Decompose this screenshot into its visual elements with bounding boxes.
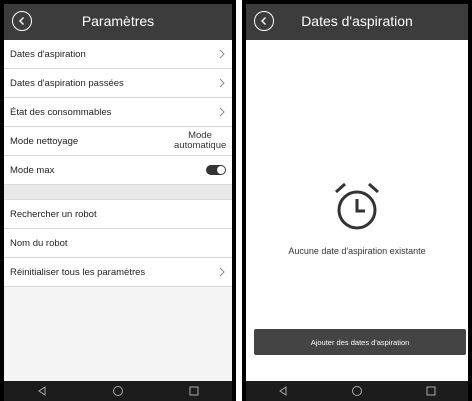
settings-list: Dates d'aspiration Dates d'aspiration pa… (4, 40, 232, 381)
triangle-back-icon[interactable] (277, 385, 289, 397)
add-dates-button[interactable]: Ajouter des dates d'aspiration (254, 329, 466, 355)
row-mode-nettoyage[interactable]: Mode nettoyage Mode automatique (4, 127, 232, 156)
empty-message: Aucune date d'aspiration existante (288, 246, 426, 256)
triangle-back-icon[interactable] (36, 385, 48, 397)
row-rechercher-robot[interactable]: Rechercher un robot (4, 200, 232, 229)
circle-home-icon[interactable] (112, 385, 124, 397)
row-label: Dates d'aspiration (10, 48, 86, 60)
page-title: Dates d'aspiration (301, 13, 413, 29)
row-label: État des consommables (10, 106, 112, 118)
alarm-clock-icon (335, 182, 379, 230)
row-label: Mode max (10, 164, 55, 176)
row-label: Nom du robot (10, 237, 68, 249)
chevron-right-icon (219, 267, 225, 277)
phone-right: Dates d'aspiration Aucune date d'aspirat… (242, 0, 472, 401)
section-divider (4, 185, 232, 200)
phone-left: Paramètres Dates d'aspiration Dates d'as… (0, 0, 236, 401)
square-recent-icon[interactable] (425, 385, 437, 397)
row-reinitialiser[interactable]: Réinitialiser tous les paramètres (4, 258, 232, 287)
app-bar: Dates d'aspiration (246, 4, 468, 40)
row-dates-passees[interactable]: Dates d'aspiration passées (4, 69, 232, 98)
row-nom-robot[interactable]: Nom du robot (4, 229, 232, 258)
android-nav-bar (246, 381, 468, 401)
chevron-right-icon (219, 107, 225, 117)
row-label: Dates d'aspiration passées (10, 77, 124, 89)
page-title: Paramètres (81, 13, 155, 29)
row-label: Rechercher un robot (10, 208, 97, 220)
square-recent-icon[interactable] (188, 385, 200, 397)
schedule-content: Aucune date d'aspiration existante Ajout… (246, 40, 468, 381)
row-label: Réinitialiser tous les paramètres (10, 266, 146, 278)
chevron-right-icon (219, 49, 225, 59)
android-nav-bar (4, 381, 232, 401)
app-bar: Paramètres (4, 4, 232, 40)
row-label: Mode nettoyage (10, 135, 79, 147)
chevron-right-icon (219, 78, 225, 88)
empty-state: Aucune date d'aspiration existante (246, 180, 468, 256)
mode-value: Mode automatique (174, 131, 226, 151)
circle-home-icon[interactable] (351, 385, 363, 397)
toggle-knob (217, 166, 225, 174)
row-mode-max: Mode max (4, 156, 232, 185)
mode-max-toggle[interactable] (206, 165, 226, 175)
mode-value-line2: automatique (174, 140, 227, 151)
row-dates-aspiration[interactable]: Dates d'aspiration (4, 40, 232, 69)
row-etat-consommables[interactable]: État des consommables (4, 98, 232, 127)
